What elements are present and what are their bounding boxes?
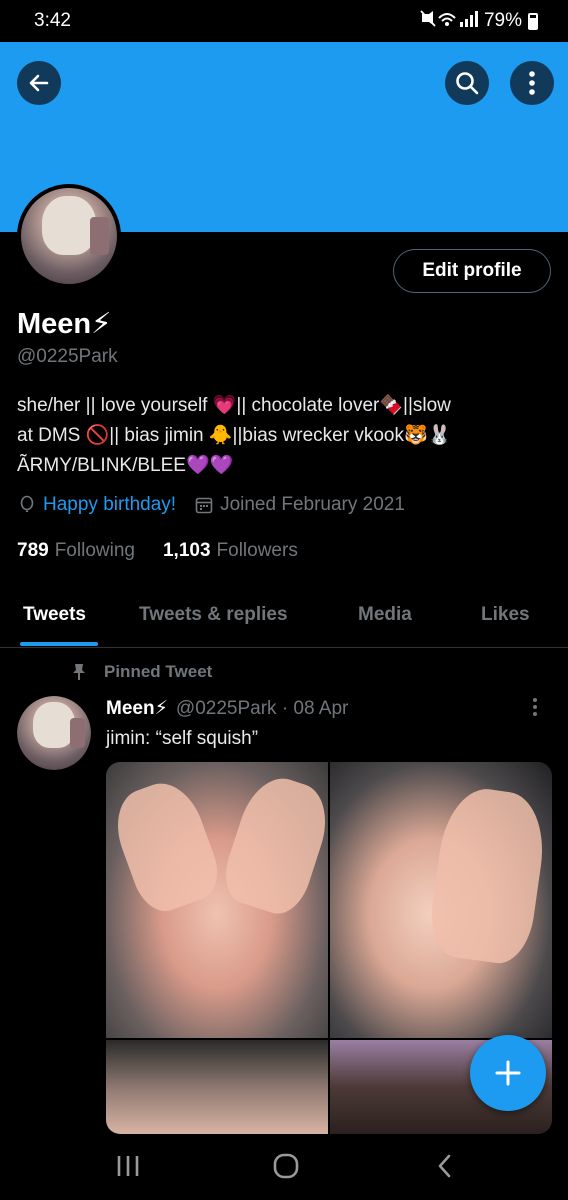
system-back-button[interactable] [436, 1153, 454, 1184]
avatar-image [17, 696, 91, 770]
following-label[interactable]: Following [55, 540, 135, 562]
home-icon [273, 1153, 299, 1179]
tweet-photo[interactable] [106, 1040, 328, 1134]
calendar-icon [195, 497, 213, 514]
profile-bio: she/her || love yourself 💗|| chocolate l… [17, 391, 537, 481]
status-bar: 3:42 79% [0, 0, 568, 42]
display-name: Meen⚡ [17, 308, 112, 340]
following-count[interactable]: 789 [17, 540, 49, 562]
recent-apps-icon [117, 1156, 139, 1176]
battery-icon [528, 12, 538, 30]
balloon-icon [20, 495, 34, 512]
more-vertical-icon [533, 698, 537, 716]
signal-icons [420, 10, 478, 32]
joined-date: Joined February 2021 [220, 494, 405, 515]
avatar-image [21, 188, 117, 284]
mute-wifi-signal-icon [420, 10, 478, 27]
profile-avatar[interactable] [17, 184, 121, 288]
profile-tabs: Tweets Tweets & replies Media Likes [0, 590, 568, 648]
active-tab-indicator [20, 642, 98, 646]
back-button[interactable] [17, 61, 61, 105]
search-button[interactable] [445, 61, 489, 105]
bio-line: she/her || love yourself 💗|| chocolate l… [17, 395, 451, 416]
tweet-photo[interactable] [330, 762, 552, 1038]
tweet-photo[interactable] [106, 762, 328, 1038]
status-time: 3:42 [34, 10, 71, 31]
followers-label[interactable]: Followers [217, 540, 298, 562]
tab-tweets-replies[interactable]: Tweets & replies [139, 604, 288, 626]
birthday-link[interactable]: Happy birthday! [43, 494, 176, 516]
system-nav-bar [0, 1135, 568, 1200]
more-options-button[interactable] [510, 61, 554, 105]
more-vertical-icon [529, 71, 535, 95]
profile-meta: Happy birthday! Joined February 2021 [17, 494, 405, 516]
bio-line: at DMS 🚫|| bias jimin 🐥||bias wrecker vk… [17, 425, 452, 446]
compose-tweet-button[interactable] [470, 1035, 546, 1111]
tweet-more-button[interactable] [532, 697, 538, 722]
tab-tweets[interactable]: Tweets [23, 604, 86, 626]
tweet-author-avatar[interactable] [17, 696, 91, 770]
user-handle: @0225Park [17, 346, 118, 367]
follow-stats: 789 Following 1,103 Followers [17, 540, 298, 562]
search-icon [456, 72, 479, 95]
plus-icon [495, 1060, 521, 1086]
bio-line: ÃRMY/BLINK/BLEE💜💜 [17, 455, 234, 476]
tweet-author-name[interactable]: Meen⚡ [106, 697, 168, 720]
chevron-left-icon [438, 1154, 451, 1178]
tab-likes[interactable]: Likes [481, 604, 530, 626]
followers-count[interactable]: 1,103 [163, 540, 211, 562]
tab-media[interactable]: Media [358, 604, 412, 626]
pinned-label: Pinned Tweet [104, 662, 213, 681]
recent-apps-button[interactable] [116, 1153, 140, 1184]
battery-percent: 79% [483, 10, 522, 31]
pin-icon [73, 664, 85, 680]
tweet-text: jimin: “self squish” [106, 728, 259, 749]
pinned-indicator: Pinned Tweet [72, 662, 212, 682]
tweet-header: Meen⚡ @0225Park · 08 Apr [106, 697, 348, 720]
edit-profile-button[interactable]: Edit profile [393, 249, 551, 293]
back-arrow-icon [29, 74, 49, 92]
tweet-handle-date: @0225Park · 08 Apr [175, 697, 349, 719]
status-right: 79% [420, 10, 538, 32]
home-button[interactable] [272, 1153, 300, 1184]
